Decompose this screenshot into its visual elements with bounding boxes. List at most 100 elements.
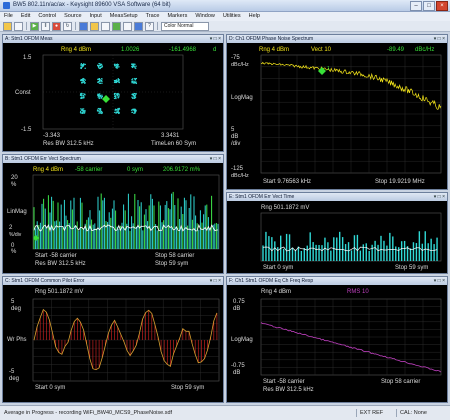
pause-icon[interactable]: ‖ — [41, 21, 50, 31]
constellation-point — [99, 108, 102, 110]
constellation-point — [101, 111, 103, 113]
pane-b-err-vect-spectrum[interactable]: B: Stm1 OFDM Err Vect Spectrum ▾ □ × Rng… — [2, 154, 224, 274]
menu-window[interactable]: Window — [191, 12, 219, 21]
pane-f-y-bottom: -0.75 — [231, 363, 245, 369]
pane-d-marker-unit: dBc/Hz — [415, 47, 434, 53]
menu-edit[interactable]: Edit — [17, 12, 34, 21]
close-icon[interactable]: × — [436, 1, 448, 11]
restart-icon[interactable]: ↻ — [63, 21, 72, 31]
menu-control[interactable]: Control — [34, 12, 60, 21]
help-icon[interactable]: ? — [145, 21, 154, 31]
pane-a-plot: Rng 4 dBm 1.0026 -161.4968 d 1.5 Const -… — [15, 47, 216, 147]
constellation-point — [133, 94, 135, 97]
layout-icon[interactable] — [123, 21, 132, 31]
constellation-point — [99, 94, 102, 97]
pane-a-marker-x: 1.0026 — [121, 47, 140, 53]
pilot-error-trace — [33, 308, 218, 371]
pane-controls-icon[interactable]: ▾ □ × — [210, 35, 221, 43]
pane-c-header: C: Stm1 OFDM Common Pilot Error ▾ □ × — [3, 277, 223, 285]
constellation-point — [82, 77, 84, 80]
window-title: BW5 802.11n/ac/ax - Keysight 89600 VSA S… — [13, 2, 171, 8]
constellation-point — [132, 63, 134, 65]
pane-e-err-vect-time[interactable]: E: Stm1 OFDM Err Vect Time ▾ □ × Rng 501… — [226, 192, 448, 274]
status-cal[interactable]: CAL: None — [396, 409, 427, 417]
constellation-point — [96, 64, 99, 67]
menu-help[interactable]: Help — [245, 12, 264, 21]
maximize-icon[interactable]: □ — [423, 1, 435, 11]
open-folder-icon[interactable] — [3, 21, 12, 31]
pane-a-marker-unit: d — [213, 47, 216, 53]
constellation-point — [118, 96, 120, 98]
constellation-point — [100, 63, 103, 66]
zoom-icon[interactable] — [90, 21, 99, 31]
constellation-point — [135, 65, 137, 67]
pane-f-y-top: 0.75 — [233, 299, 245, 305]
pane-b-body: Rng 4 dBm -58 carrier 0 sym 206.9172 m% … — [3, 163, 223, 273]
app-icon — [3, 2, 10, 9]
pane-d-phase-noise[interactable]: D: Ch1 OFDM Phase Noise Spectrum ▾ □ × R… — [226, 34, 448, 190]
grid-icon[interactable] — [134, 21, 143, 31]
constellation-point — [118, 79, 120, 82]
constellation-point — [132, 97, 134, 99]
constellation-point — [132, 93, 135, 95]
menu-file[interactable]: File — [0, 12, 17, 21]
constellation-point — [116, 64, 119, 67]
pilot-error-stems — [33, 309, 218, 370]
constellation-point — [96, 109, 99, 111]
menu-meassetup[interactable]: MeasSetup — [106, 12, 142, 21]
constellation-point — [115, 97, 117, 100]
constellation-point — [99, 109, 102, 112]
pane-f-res: Res BW 312.5 kHz — [263, 387, 314, 393]
menu-utilities[interactable]: Utilities — [219, 12, 245, 21]
pane-b-y-top: 20 — [11, 175, 18, 181]
menu-source[interactable]: Source — [60, 12, 85, 21]
menu-input[interactable]: Input — [86, 12, 106, 21]
pane-b-start: Start -58 carrier — [35, 253, 77, 259]
constellation-point — [80, 67, 82, 69]
autoscale-icon[interactable] — [101, 21, 110, 31]
pane-d-y-top-unit: dBc/Hz — [231, 62, 249, 68]
record-icon[interactable]: ● — [52, 21, 61, 31]
constellation-point — [113, 97, 116, 100]
status-ext-ref[interactable]: EXT REF — [356, 409, 383, 417]
constellation-point — [80, 109, 83, 111]
pane-c-plot: Rng 501.1872 mV 5 deg Wr Phs -5 deg Star… — [7, 289, 220, 391]
pane-controls-icon[interactable]: ▾ □ × — [434, 193, 445, 201]
constellation-point — [116, 67, 118, 69]
marker-icon[interactable] — [79, 21, 88, 31]
pane-controls-icon[interactable]: ▾ □ × — [434, 277, 445, 285]
peak-search-icon[interactable] — [112, 21, 121, 31]
constellation-point — [131, 109, 133, 111]
constellation-point — [84, 82, 86, 84]
pane-a-title: A: Stm1 OFDM Meas — [5, 36, 53, 42]
constellation-point — [116, 94, 119, 97]
constellation-point — [83, 112, 86, 114]
play-icon[interactable]: ▶ — [30, 21, 39, 31]
menu-markers[interactable]: Markers — [163, 12, 191, 21]
pane-controls-icon[interactable]: ▾ □ × — [210, 155, 221, 163]
pane-controls-icon[interactable]: ▾ □ × — [210, 277, 221, 285]
pane-a-y-bottom: -1.5 — [21, 127, 32, 133]
pane-b-range: Rng 4 dBm — [33, 167, 63, 173]
minimize-icon[interactable]: – — [410, 1, 422, 11]
save-icon[interactable] — [14, 21, 23, 31]
constellation-point — [82, 93, 84, 95]
pane-a-constellation[interactable]: A: Stm1 OFDM Meas ▾ □ × Rng 4 dBm 1.0026… — [2, 34, 224, 152]
color-scheme-select[interactable]: Color Normal — [161, 21, 209, 31]
constellation-point — [83, 81, 85, 83]
pane-c-common-pilot-error[interactable]: C: Stm1 OFDM Common Pilot Error ▾ □ × Rn… — [2, 276, 224, 403]
pane-a-y-label: Const — [15, 90, 31, 96]
pane-a-x-left: -3.343 — [43, 133, 61, 139]
constellation-point — [84, 79, 86, 81]
constellation-point — [80, 94, 83, 96]
constellation-point — [98, 64, 100, 67]
pane-e-start: Start 0 sym — [263, 265, 293, 271]
constellation-point — [80, 112, 82, 114]
pane-controls-icon[interactable]: ▾ □ × — [434, 35, 445, 43]
pane-f-y-top-unit: dB — [233, 306, 240, 312]
constellation-point — [113, 95, 116, 98]
pane-f-eq-ch-freq-resp[interactable]: F: Ch1 Stm1 OFDM Eq Ch Freq Resp ▾ □ × R… — [226, 276, 448, 403]
constellation-point — [134, 94, 137, 96]
menu-trace[interactable]: Trace — [142, 12, 164, 21]
pane-c-start: Start 0 sym — [35, 385, 65, 391]
